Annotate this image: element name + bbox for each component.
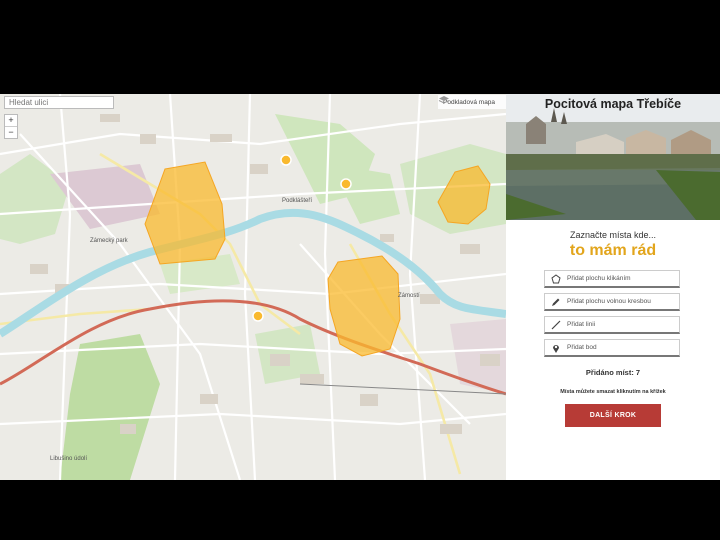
tool-label: Přidat plochu klikáním — [567, 275, 631, 282]
line-icon — [545, 320, 567, 330]
page-title: Pocitová mapa Třebíče — [544, 97, 682, 111]
tool-label: Přidat bod — [567, 344, 597, 351]
map-area[interactable]: Zámecký park Podklášteří Zámostí Libušin… — [0, 94, 506, 480]
add-line-button[interactable]: Přidat linii — [544, 316, 680, 334]
app-stage: Zámecký park Podklášteří Zámostí Libušin… — [0, 94, 720, 480]
map-label-podklasteri: Podklášteří — [282, 198, 312, 204]
next-step-button[interactable]: DALŠÍ KROK — [565, 404, 661, 427]
zoom-control: + − — [4, 114, 18, 139]
base-layer-switch[interactable]: Podkladová mapa — [438, 95, 506, 109]
map-label-zamost: Zámostí — [398, 293, 420, 299]
tool-label: Přidat linii — [567, 321, 596, 328]
base-layer-label: Podkladová mapa — [443, 98, 496, 106]
instruction-subhead: Zaznačte místa kde... — [569, 230, 657, 240]
added-places-count: Přidáno míst: 7 — [585, 368, 641, 377]
pin-icon — [545, 343, 567, 353]
delete-hint: Místa můžete smazat kliknutím na křížek — [560, 389, 666, 395]
add-point-button[interactable]: Přidat bod — [544, 339, 680, 357]
map-label-lubne: Libušino údolí — [50, 456, 87, 462]
side-panel: Pocitová mapa Třebíče Zaznačte místa kde… — [506, 94, 720, 480]
town-photo: Pocitová mapa Třebíče — [506, 94, 720, 220]
zoom-in-button[interactable]: + — [5, 115, 17, 126]
street-search-input[interactable] — [4, 96, 114, 109]
zoom-out-button[interactable]: − — [5, 126, 17, 138]
tool-label: Přidat plochu volnou kresbou — [567, 298, 651, 305]
category-accent: to mám rád — [569, 242, 657, 259]
add-polygon-freehand-button[interactable]: Přidat plochu volnou kresbou — [544, 293, 680, 311]
add-polygon-click-button[interactable]: Přidat plochu klikáním — [544, 270, 680, 288]
pencil-icon — [545, 297, 567, 307]
map-canvas[interactable]: Zámecký park Podklášteří Zámostí Libušin… — [0, 94, 506, 480]
pentagon-icon — [545, 273, 567, 284]
map-label-zamecky-park: Zámecký park — [90, 238, 129, 244]
